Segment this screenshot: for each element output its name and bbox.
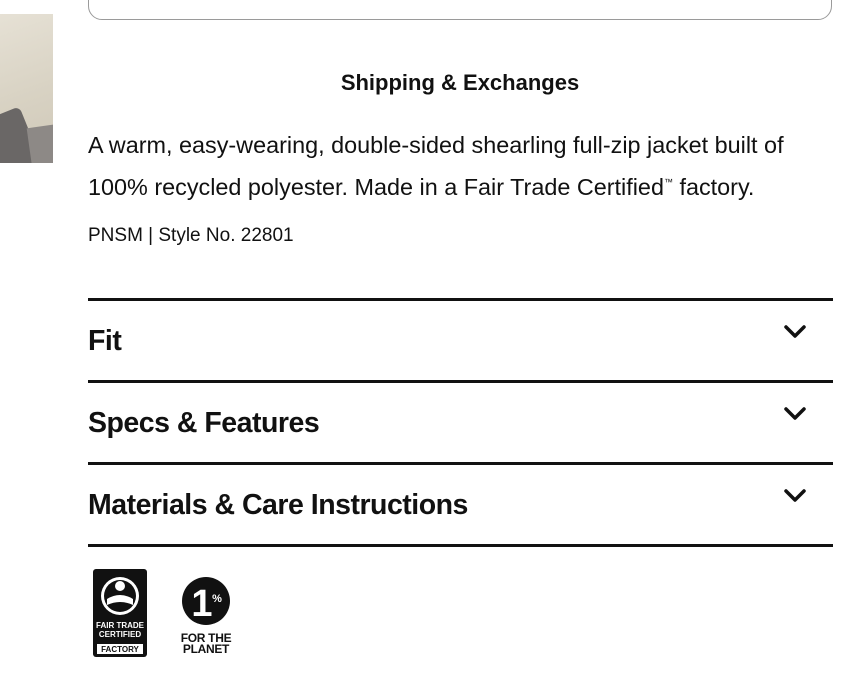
chevron-down-icon[interactable]: [783, 323, 807, 341]
style-number: PNSM | Style No. 22801: [88, 225, 294, 246]
product-details-page: Shipping & Exchanges A warm, easy-wearin…: [0, 0, 856, 674]
accordion-specs-label: Specs & Features: [88, 407, 320, 439]
fair-trade-certified-logo: FAIR TRADE CERTIFIED FACTORY: [93, 569, 147, 657]
size-selector-box[interactable]: [88, 0, 832, 20]
one-percent-for-the-planet-logo: 1 % FOR THE PLANET: [173, 576, 239, 656]
planet-text: FOR THE PLANET: [173, 632, 239, 656]
fair-trade-text-3: FACTORY: [101, 645, 139, 654]
description-line-1: A warm, easy-wearing, double-sided shear…: [88, 132, 784, 158]
fair-trade-text-2: CERTIFIED: [99, 630, 141, 639]
fair-trade-text-1: FAIR TRADE: [96, 621, 145, 630]
accordion-specs-features[interactable]: Specs & Features: [88, 383, 833, 465]
accordion-fit-label: Fit: [88, 325, 122, 357]
accordion-fit[interactable]: Fit: [88, 301, 833, 383]
accordion-materials-label: Materials & Care Instructions: [88, 489, 468, 521]
product-description: A warm, easy-wearing, double-sided shear…: [88, 127, 848, 206]
planet-number: 1: [191, 583, 212, 625]
product-image-detail: [26, 124, 53, 163]
description-line-2-end: factory.: [672, 174, 755, 200]
accordion-materials-care[interactable]: Materials & Care Instructions: [88, 465, 833, 547]
shipping-exchanges-link[interactable]: Shipping & Exchanges: [88, 70, 832, 96]
chevron-down-icon[interactable]: [783, 405, 807, 423]
one-percent-circle-icon: 1 %: [182, 577, 230, 625]
trademark-symbol: ™: [663, 177, 673, 187]
planet-percent: %: [212, 593, 222, 605]
planet-text-line-2: PLANET: [182, 642, 230, 656]
product-image[interactable]: [0, 14, 53, 163]
description-line-2: 100% recycled polyester. Made in a Fair …: [88, 174, 664, 200]
chevron-down-icon[interactable]: [783, 487, 807, 505]
product-accordion: Fit Specs & Features Materials & Care In…: [88, 298, 833, 547]
